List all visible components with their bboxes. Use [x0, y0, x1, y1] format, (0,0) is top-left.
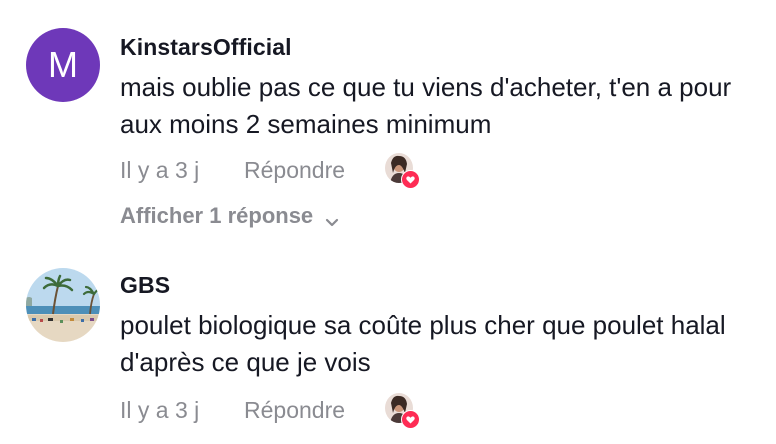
- comment-meta: Il y a 3 j Répondre: [120, 150, 345, 190]
- comment-username[interactable]: GBS: [120, 272, 170, 299]
- comment-item: GBS poulet biologique sa coûte plus cher…: [0, 250, 776, 444]
- chevron-down-icon: [325, 209, 339, 227]
- show-replies-button[interactable]: Afficher 1 réponse: [120, 197, 339, 235]
- comment-text: mais oublie pas ce que tu viens d'achete…: [120, 72, 732, 139]
- heart-icon: [401, 170, 420, 189]
- reply-button[interactable]: Répondre: [244, 397, 345, 424]
- comment-username[interactable]: KinstarsOfficial: [120, 34, 292, 61]
- avatar-initial: M: [48, 44, 78, 85]
- comment-meta: Il y a 3 j Répondre: [120, 390, 345, 430]
- creator-liked-indicator: [385, 153, 420, 189]
- heart-icon: [401, 410, 420, 429]
- comment-timestamp: Il y a 3 j: [120, 396, 200, 423]
- comment-timestamp: Il y a 3 j: [120, 156, 200, 183]
- creator-liked-indicator: [385, 393, 420, 429]
- show-replies-label: Afficher 1 réponse: [120, 203, 314, 228]
- comment-item: M KinstarsOfficial mais oublie pas ce qu…: [0, 0, 776, 250]
- avatar[interactable]: M: [26, 28, 100, 102]
- avatar[interactable]: [26, 268, 100, 342]
- comment-text: poulet biologique sa coûte plus cher que…: [120, 310, 726, 377]
- reply-button[interactable]: Répondre: [244, 157, 345, 184]
